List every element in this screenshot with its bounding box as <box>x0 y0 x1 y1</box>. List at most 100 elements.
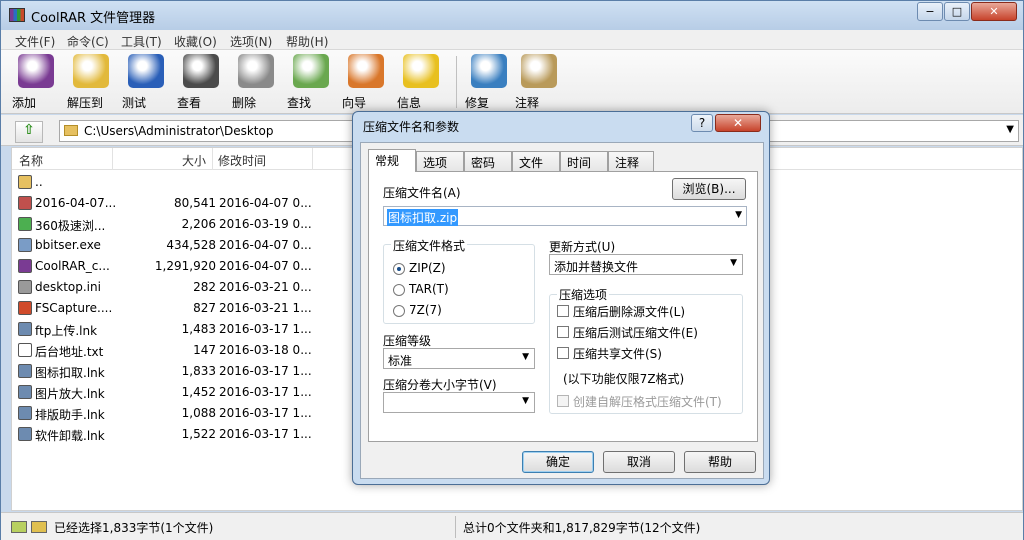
up-folder-button[interactable]: ⇧ <box>15 121 43 143</box>
format-group-label: 压缩文件格式 <box>391 237 468 254</box>
dialog-title: 压缩文件名和参数 <box>363 120 460 134</box>
checkbox-delete-source[interactable] <box>557 305 569 317</box>
archive-name-label: 压缩文件名(A) <box>383 186 461 200</box>
menu-command[interactable]: 命令(C) <box>67 33 109 50</box>
file-row[interactable]: 图标扣取.lnk 1,833 2016-03-17 1... <box>12 361 342 382</box>
menu-favorites[interactable]: 收藏(O) <box>174 33 217 50</box>
archive-name-input[interactable]: 图标扣取.zip ▼ <box>383 206 747 226</box>
toolbar-button-9[interactable]: 注释 <box>515 54 563 112</box>
column-divider[interactable] <box>112 148 113 170</box>
tab-files[interactable]: 文件 <box>512 151 560 171</box>
browse-button[interactable]: 浏览(B)... <box>672 178 746 200</box>
file-row[interactable]: 2016-04-07... 80,541 2016-04-07 0... <box>12 193 342 214</box>
column-size[interactable]: 大小 <box>182 152 206 169</box>
tab-time[interactable]: 时间 <box>560 151 608 171</box>
books-icon <box>18 54 54 88</box>
file-row[interactable]: .. <box>12 172 342 193</box>
menu-help[interactable]: 帮助(H) <box>286 33 328 50</box>
toolbar-button-5[interactable]: 查找 <box>287 54 335 112</box>
title-bar[interactable]: CoolRAR 文件管理器 − □ ✕ <box>1 1 1023 30</box>
trash-icon <box>238 54 274 88</box>
file-row[interactable]: 后台地址.txt 147 2016-03-18 0... <box>12 340 342 361</box>
menu-tools[interactable]: 工具(T) <box>121 33 162 50</box>
file-row[interactable]: ftp上传.lnk 1,483 2016-03-17 1... <box>12 319 342 340</box>
file-name: bbitser.exe <box>35 238 101 252</box>
radio-tar-label[interactable]: TAR(T) <box>409 282 449 296</box>
cancel-button[interactable]: 取消 <box>603 451 675 473</box>
archive-name-value: 图标扣取.zip <box>387 209 459 226</box>
toolbar-button-3[interactable]: 查看 <box>177 54 225 112</box>
close-button[interactable]: ✕ <box>971 2 1017 21</box>
file-date: 2016-03-17 1... <box>219 364 312 378</box>
checkbox-test-archive[interactable] <box>557 326 569 338</box>
help-button[interactable]: 帮助 <box>684 451 756 473</box>
dialog-help-button[interactable]: ? <box>691 114 713 132</box>
file-row[interactable]: CoolRAR_c... 1,291,920 2016-04-07 0... <box>12 256 342 277</box>
window-title: CoolRAR 文件管理器 <box>31 11 156 26</box>
chevron-down-icon[interactable]: ▼ <box>735 210 742 220</box>
file-name: FSCapture.... <box>35 301 113 315</box>
file-row[interactable]: FSCapture.... 827 2016-03-21 1... <box>12 298 342 319</box>
toolbar-button-1[interactable]: 解压到 <box>67 54 115 112</box>
file-row[interactable]: 图片放大.lnk 1,452 2016-03-17 1... <box>12 382 342 403</box>
toolbar-button-0[interactable]: 添加 <box>12 54 60 112</box>
toolbar-button-8[interactable]: 修复 <box>465 54 513 112</box>
toolbar-button-4[interactable]: 删除 <box>232 54 280 112</box>
status-selection: 已经选择1,833字节(1个文件) <box>54 521 214 535</box>
radio-tar[interactable] <box>393 284 405 296</box>
file-row[interactable]: bbitser.exe 434,528 2016-04-07 0... <box>12 235 342 256</box>
checkbox-sfx[interactable] <box>557 395 569 407</box>
minimize-button[interactable]: − <box>917 2 943 21</box>
file-row[interactable]: 软件卸载.lnk 1,522 2016-03-17 1... <box>12 424 342 445</box>
column-divider[interactable] <box>212 148 213 170</box>
file-name: 图标扣取.lnk <box>35 366 105 380</box>
radio-7z[interactable] <box>393 305 405 317</box>
archive-dialog: 压缩文件名和参数 ? ✕ 常规 选项 密码 文件 时间 注释 压缩文件名(A) … <box>352 111 770 485</box>
tab-general[interactable]: 常规 <box>368 149 416 172</box>
toolbar-button-7[interactable]: 信息 <box>397 54 445 112</box>
tab-comment[interactable]: 注释 <box>608 151 654 171</box>
file-size: 80,541 <box>174 196 216 210</box>
file-name: 360极速浏... <box>35 219 106 233</box>
menu-file[interactable]: 文件(F) <box>15 33 55 50</box>
drive-icon[interactable] <box>11 521 27 533</box>
chevron-down-icon[interactable]: ▼ <box>1006 124 1014 135</box>
toolbar-button-2[interactable]: 测试 <box>122 54 170 112</box>
dialog-close-button[interactable]: ✕ <box>715 114 761 132</box>
folder-extract-icon <box>73 54 109 88</box>
shortcut-icon <box>18 406 32 420</box>
dialog-body: 常规 选项 密码 文件 时间 注释 压缩文件名(A) 浏览(B)... 图标扣取… <box>360 142 764 479</box>
checkbox-sfx-label[interactable]: 创建自解压格式压缩文件(T) <box>573 393 722 410</box>
file-row[interactable]: 360极速浏... 2,206 2016-03-19 0... <box>12 214 342 235</box>
column-divider[interactable] <box>312 148 313 170</box>
checkbox-delete-source-label[interactable]: 压缩后删除源文件(L) <box>573 303 685 320</box>
checkbox-shared-files-label[interactable]: 压缩共享文件(S) <box>573 345 662 362</box>
file-size: 1,088 <box>181 406 216 420</box>
volume-size-select[interactable]: ▼ <box>383 392 535 413</box>
compression-level-select[interactable]: 标准 ▼ <box>383 348 535 369</box>
key-icon[interactable] <box>31 521 47 533</box>
file-row[interactable]: 排版助手.lnk 1,088 2016-03-17 1... <box>12 403 342 424</box>
radio-zip[interactable] <box>393 263 405 275</box>
file-size: 282 <box>193 280 216 294</box>
file-row[interactable]: desktop.ini 282 2016-03-21 0... <box>12 277 342 298</box>
toolbar-button-6[interactable]: 向导 <box>342 54 390 112</box>
maximize-button[interactable]: □ <box>944 2 970 21</box>
radio-7z-label[interactable]: 7Z(7) <box>409 303 442 317</box>
shortcut-icon <box>18 322 32 336</box>
checkbox-shared-files[interactable] <box>557 347 569 359</box>
tab-password[interactable]: 密码 <box>464 151 512 171</box>
menu-options[interactable]: 选项(N) <box>230 33 272 50</box>
column-modified[interactable]: 修改时间 <box>218 152 266 169</box>
compression-level-label: 压缩等级 <box>383 334 432 348</box>
file-size: 827 <box>193 301 216 315</box>
settings-file-icon <box>18 280 32 294</box>
column-name[interactable]: 名称 <box>19 152 43 169</box>
tab-options[interactable]: 选项 <box>416 151 464 171</box>
checkbox-test-archive-label[interactable]: 压缩后测试压缩文件(E) <box>573 324 698 341</box>
update-mode-label: 更新方式(U) <box>549 240 616 254</box>
ok-button[interactable]: 确定 <box>522 451 594 473</box>
update-mode-select[interactable]: 添加并替换文件 ▼ <box>549 254 743 275</box>
radio-zip-label[interactable]: ZIP(Z) <box>409 261 446 275</box>
file-date: 2016-03-21 0... <box>219 280 312 294</box>
